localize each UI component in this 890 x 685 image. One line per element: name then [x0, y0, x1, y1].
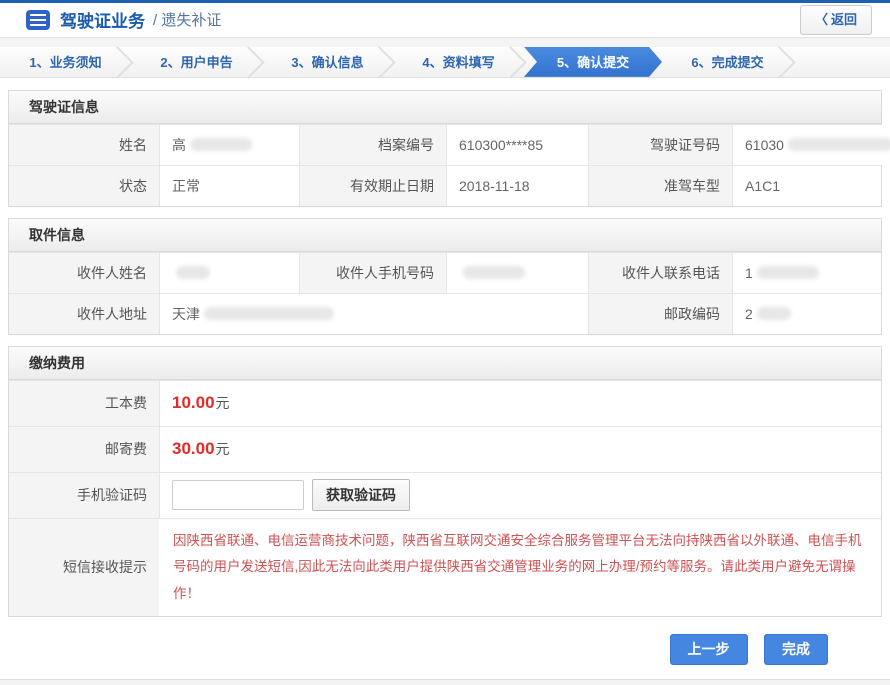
main-content: 驾驶证信息 姓名 高 档案编号 610300****85 驾驶证号码 61030…	[0, 78, 890, 628]
step-2-user-declaration: 2、用户申告	[131, 47, 262, 77]
license-number-value: 61030	[732, 125, 890, 165]
production-fee-value: 10.00元	[159, 381, 881, 426]
recipient-phone-value: 1	[732, 253, 881, 293]
fees-section: 缴纳费用 工本费 10.00元 邮寄费 30.00元 手机验证码 获取验证码 短…	[8, 346, 882, 617]
vehicle-class-value: A1C1	[732, 166, 881, 206]
get-code-button[interactable]: 获取验证码	[312, 479, 410, 511]
name-value: 高	[159, 125, 299, 165]
postage-fee-unit: 元	[216, 439, 230, 459]
chevron-left-icon: 〈	[815, 12, 828, 27]
table-row: 姓名 高 档案编号 610300****85 驾驶证号码 61030	[9, 124, 881, 165]
postcode-value: 2	[732, 294, 881, 334]
footer-actions: 上一步 完成	[0, 628, 890, 679]
table-row: 邮寄费 30.00元	[9, 426, 881, 472]
finish-button[interactable]: 完成	[764, 634, 828, 665]
sms-notice-label: 短信接收提示	[9, 519, 159, 616]
production-fee-label: 工本费	[9, 381, 159, 426]
sms-code-cell: 获取验证码	[159, 473, 881, 518]
license-number-label: 驾驶证号码	[588, 125, 732, 165]
step-6-finish-submit: 6、完成提交	[662, 47, 793, 77]
redaction-blur	[190, 138, 252, 151]
recipient-name-value	[159, 253, 299, 293]
license-section-title: 驾驶证信息	[9, 91, 881, 124]
recipient-address-label: 收件人地址	[9, 294, 159, 334]
bottom-strip	[0, 679, 890, 685]
postage-fee-value: 30.00元	[159, 427, 881, 472]
status-label: 状态	[9, 166, 159, 206]
pickup-info-section: 取件信息 收件人姓名 收件人手机号码 收件人联系电话 1 收件人地址 天津 邮政…	[8, 218, 882, 335]
redaction-blur	[757, 266, 819, 279]
recipient-name-label: 收件人姓名	[9, 253, 159, 293]
table-row: 手机验证码 获取验证码	[9, 472, 881, 518]
expiry-date-label: 有效期止日期	[299, 166, 446, 206]
sms-code-input[interactable]	[172, 480, 304, 510]
file-number-label: 档案编号	[299, 125, 446, 165]
redaction-blur	[463, 266, 525, 279]
step-1-business-notes: 1、业务须知	[0, 47, 131, 77]
recipient-mobile-value	[446, 253, 588, 293]
postcode-label: 邮政编码	[588, 294, 732, 334]
breadcrumb-subtitle: / 遗失补证	[153, 9, 221, 30]
header: 驾驶证业务 / 遗失补证 〈返回	[0, 3, 890, 38]
redaction-blur	[757, 307, 791, 320]
redaction-blur	[204, 307, 334, 320]
sms-code-label: 手机验证码	[9, 473, 159, 518]
table-row: 短信接收提示 因陕西省联通、电信运营商技术问题，陕西省互联网交通安全综合服务管理…	[9, 518, 881, 616]
fees-section-title: 缴纳费用	[9, 347, 881, 380]
back-button[interactable]: 〈返回	[800, 5, 872, 35]
page: 驾驶证业务 / 遗失补证 〈返回 1、业务须知 2、用户申告 3、确认信息 4、…	[0, 0, 890, 685]
step-bar: 1、业务须知 2、用户申告 3、确认信息 4、资料填写 5、确认提交 6、完成提…	[0, 47, 890, 78]
vehicle-class-label: 准驾车型	[588, 166, 732, 206]
license-info-section: 驾驶证信息 姓名 高 档案编号 610300****85 驾驶证号码 61030…	[8, 90, 882, 207]
list-icon	[26, 10, 50, 30]
previous-step-button[interactable]: 上一步	[670, 634, 748, 665]
back-button-label: 返回	[831, 12, 857, 27]
postage-fee-label: 邮寄费	[9, 427, 159, 472]
name-label: 姓名	[9, 125, 159, 165]
recipient-mobile-label: 收件人手机号码	[299, 253, 446, 293]
table-row: 状态 正常 有效期止日期 2018-11-18 准驾车型 A1C1	[9, 165, 881, 206]
recipient-phone-label: 收件人联系电话	[588, 253, 732, 293]
production-fee-amount: 10.00	[172, 393, 215, 413]
postage-fee-amount: 30.00	[172, 439, 215, 459]
production-fee-unit: 元	[216, 393, 230, 413]
redaction-blur	[176, 266, 210, 279]
redaction-blur	[788, 138, 890, 151]
recipient-address-value: 天津	[159, 294, 588, 334]
sms-notice-text: 因陕西省联通、电信运营商技术问题，陕西省互联网交通安全综合服务管理平台无法向持陕…	[159, 519, 881, 616]
step-4-fill-data: 4、资料填写	[393, 47, 524, 77]
table-row: 收件人姓名 收件人手机号码 收件人联系电话 1	[9, 252, 881, 293]
table-row: 工本费 10.00元	[9, 380, 881, 426]
status-value: 正常	[159, 166, 299, 206]
page-title: 驾驶证业务	[60, 7, 145, 32]
pickup-section-title: 取件信息	[9, 219, 881, 252]
file-number-value: 610300****85	[446, 125, 588, 165]
expiry-date-value: 2018-11-18	[446, 166, 588, 206]
table-row: 收件人地址 天津 邮政编码 2	[9, 293, 881, 334]
step-3-confirm-info: 3、确认信息	[262, 47, 393, 77]
header-gap	[0, 38, 890, 47]
step-5-confirm-submit-active: 5、确认提交	[524, 47, 662, 77]
